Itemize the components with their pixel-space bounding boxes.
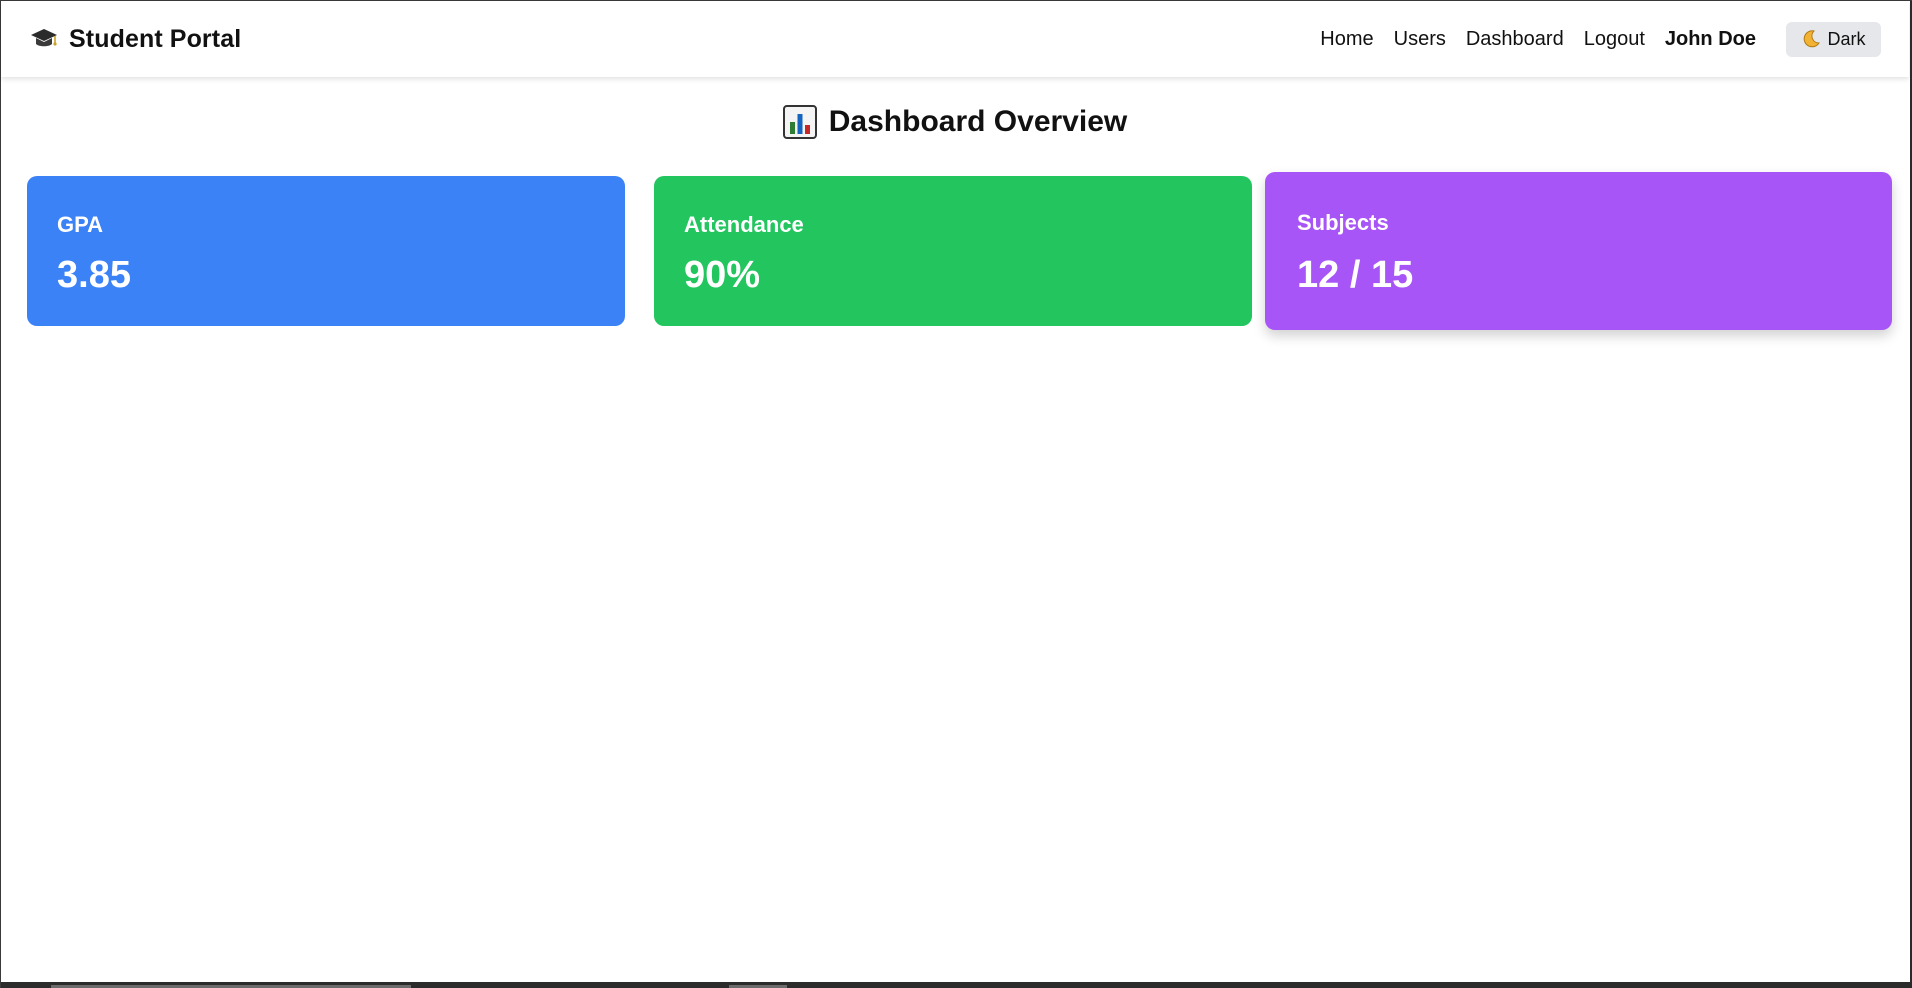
app-window: Student Portal Home Users Dashboard Logo… — [0, 0, 1912, 988]
page-title: Dashboard Overview — [1, 105, 1909, 139]
page-title-text: Dashboard Overview — [828, 105, 1128, 138]
brand-title: Student Portal — [69, 24, 242, 53]
nav-link-logout[interactable]: Logout — [1584, 28, 1645, 51]
dark-mode-toggle-label: Dark — [1827, 28, 1866, 49]
attendance-card: Attendance 90% — [654, 176, 1252, 326]
gpa-card-value: 3.85 — [57, 254, 131, 296]
brand[interactable]: Student Portal — [29, 25, 241, 54]
attendance-card-label: Attendance — [684, 212, 804, 237]
gpa-card: GPA 3.85 — [27, 176, 625, 326]
nav-link-users[interactable]: Users — [1394, 28, 1446, 51]
subjects-card-label: Subjects — [1297, 210, 1389, 235]
top-navbar: Student Portal Home Users Dashboard Logo… — [1, 1, 1909, 77]
bar-chart-icon — [782, 105, 817, 139]
nav-link-home[interactable]: Home — [1320, 28, 1373, 51]
moon-icon — [1801, 29, 1821, 49]
dark-mode-toggle-button[interactable]: Dark — [1786, 21, 1881, 57]
window-bottom-edge — [1, 982, 1912, 988]
graduation-cap-icon — [29, 27, 59, 51]
main-nav: Home Users Dashboard Logout John Doe Dar… — [1300, 21, 1881, 57]
attendance-card-value: 90% — [684, 254, 761, 296]
current-user-name: John Doe — [1664, 27, 1756, 50]
subjects-card-value: 12 / 15 — [1297, 254, 1414, 296]
nav-link-dashboard[interactable]: Dashboard — [1466, 28, 1564, 51]
subjects-card: Subjects 12 / 15 — [1265, 172, 1892, 330]
gpa-card-label: GPA — [57, 212, 104, 237]
